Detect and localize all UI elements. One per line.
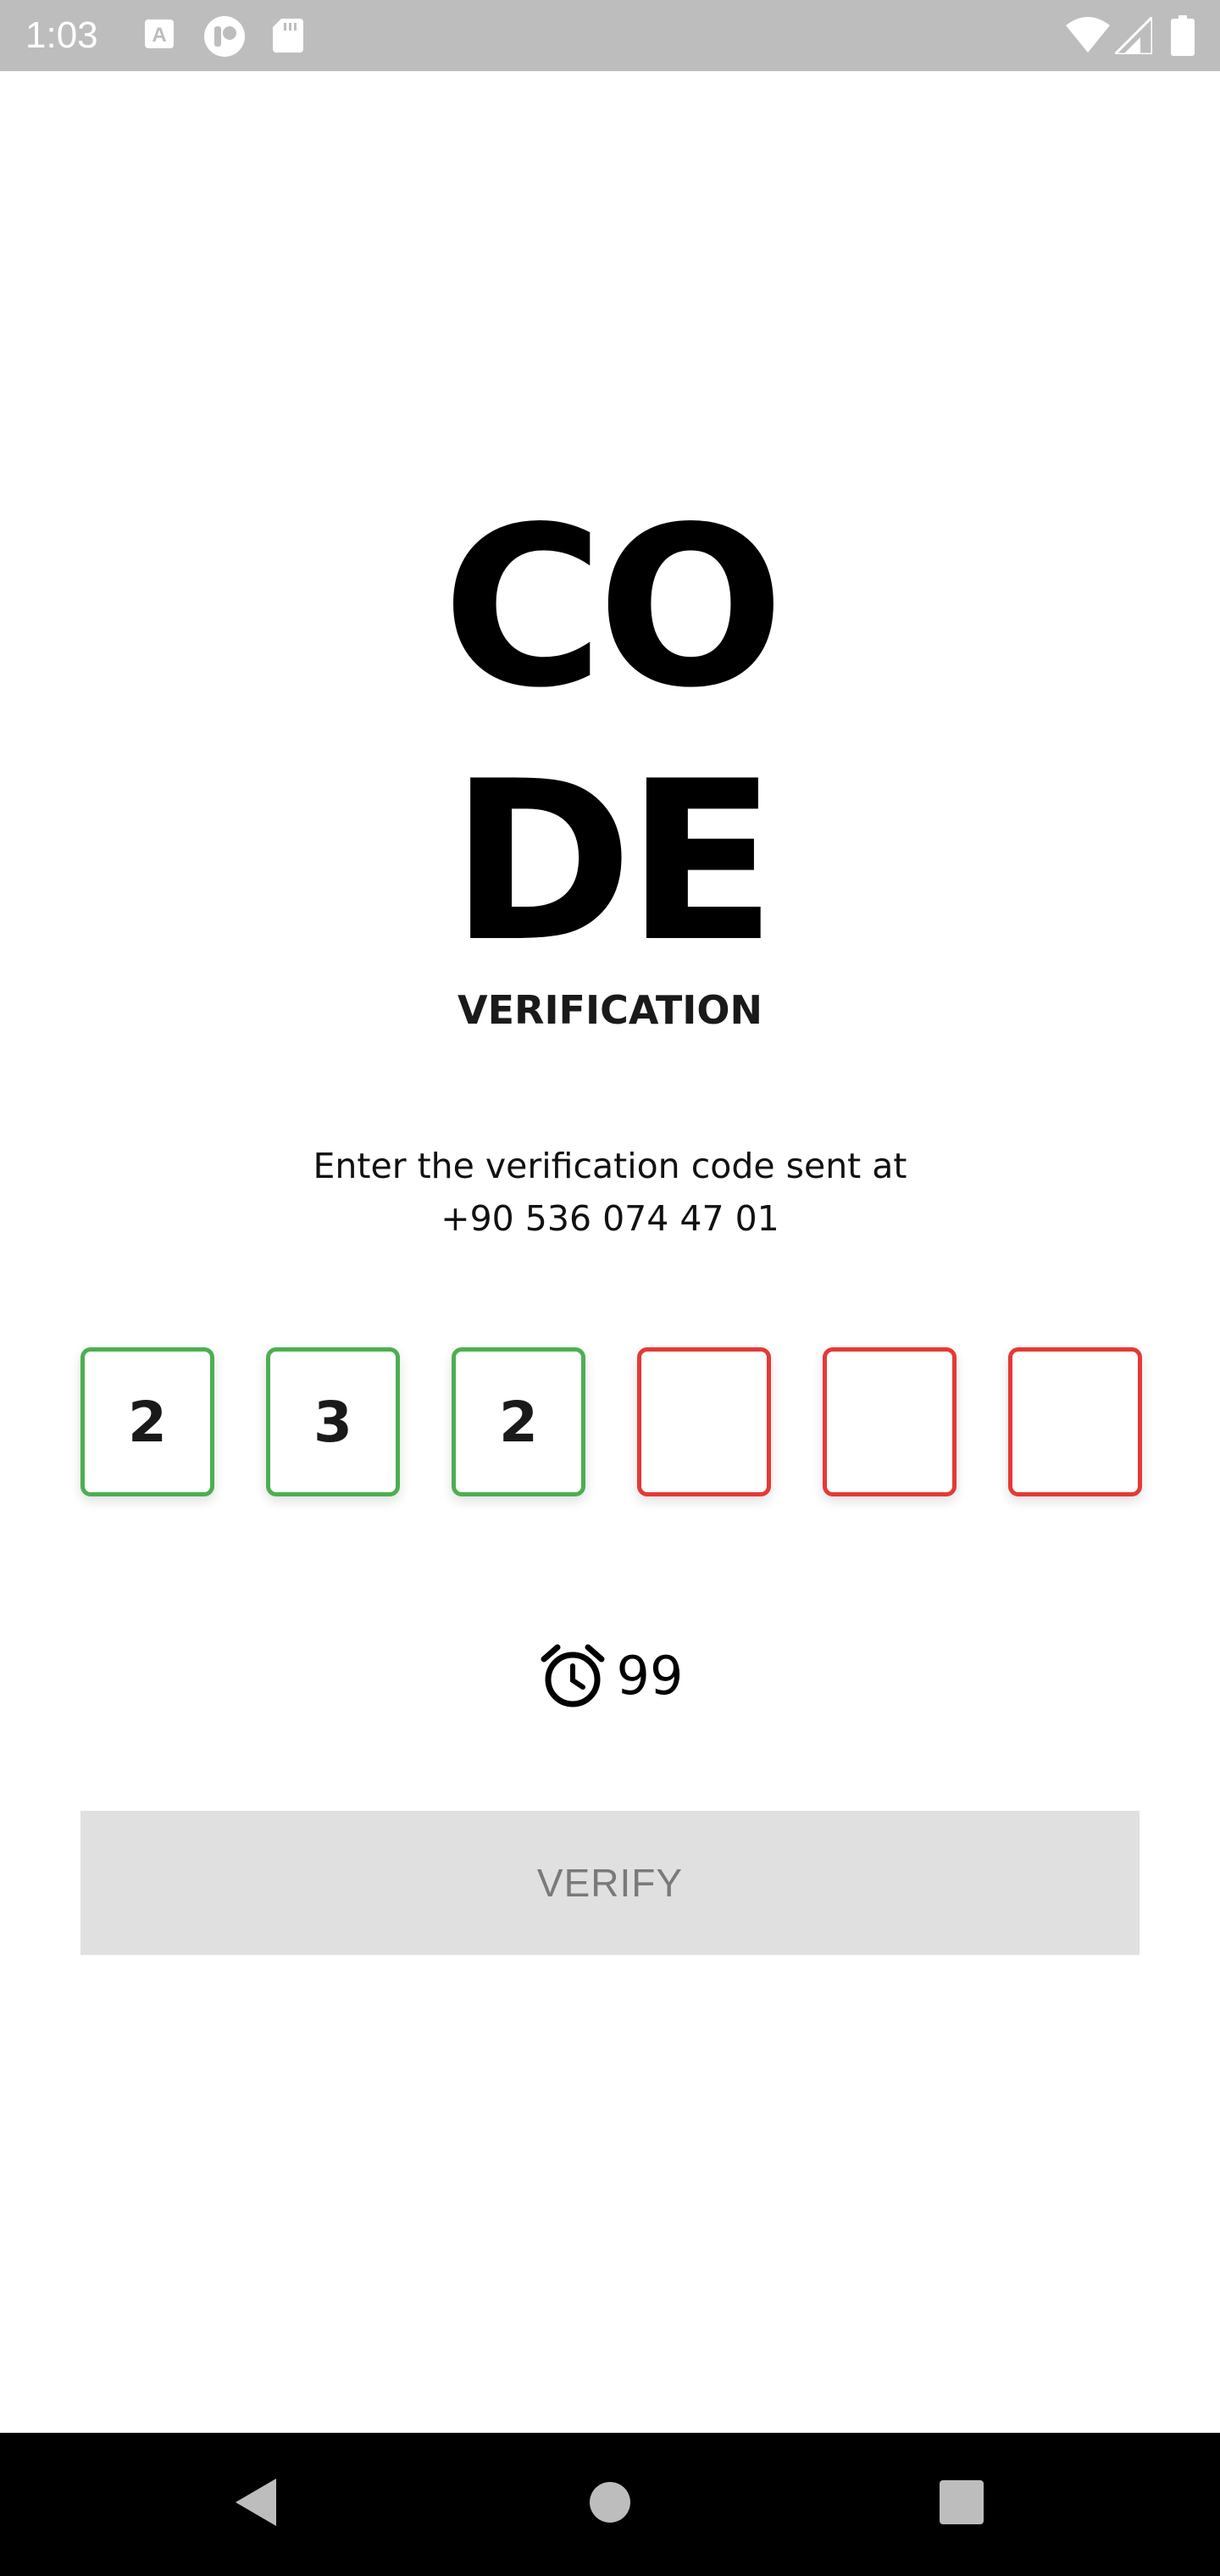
countdown-timer: 99: [0, 1634, 1220, 1718]
code-input-5[interactable]: [823, 1347, 957, 1496]
alarm-clock-icon: [537, 1641, 608, 1712]
wifi-icon: [1066, 17, 1110, 58]
sd-card-icon: [273, 19, 303, 57]
code-input-3[interactable]: 2: [452, 1347, 585, 1496]
navigation-bar: [0, 2433, 1220, 2576]
font-a-icon: A: [144, 19, 175, 53]
battery-icon: [1171, 15, 1195, 60]
instruction-line: Enter the verification code sent at: [313, 1146, 907, 1186]
cell-signal-icon: [1112, 14, 1154, 58]
instruction-text: Enter the verification code sent at +90 …: [0, 1140, 1220, 1245]
timer-value: 99: [616, 1645, 684, 1707]
code-input-4[interactable]: [637, 1347, 771, 1496]
title-line-2: DE: [450, 735, 776, 991]
svg-text:A: A: [152, 24, 166, 47]
phone-number: +90 536 074 47 01: [441, 1198, 779, 1239]
title-line-1: CO: [442, 480, 785, 736]
code-input-1[interactable]: 2: [80, 1347, 214, 1496]
status-time: 1:03: [25, 14, 98, 56]
home-icon[interactable]: [566, 2458, 654, 2546]
subtitle: VERIFICATION: [458, 987, 762, 1033]
status-bar: 1:03 A: [0, 0, 1220, 71]
back-icon[interactable]: [212, 2458, 300, 2546]
recents-icon[interactable]: [918, 2458, 1006, 2546]
verify-button[interactable]: VERIFY: [80, 1811, 1140, 1955]
code-input-2[interactable]: 3: [266, 1347, 400, 1496]
code-input-row: 2 3 2: [80, 1347, 1142, 1496]
app-status-icon: [203, 15, 246, 62]
code-input-6[interactable]: [1008, 1347, 1142, 1496]
